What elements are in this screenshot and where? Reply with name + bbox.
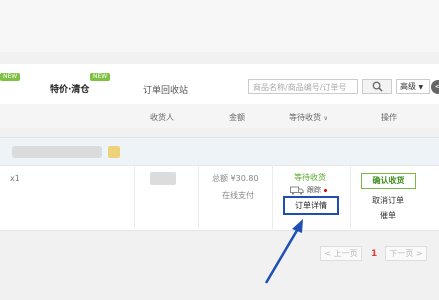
annotation-arrow <box>264 219 303 284</box>
